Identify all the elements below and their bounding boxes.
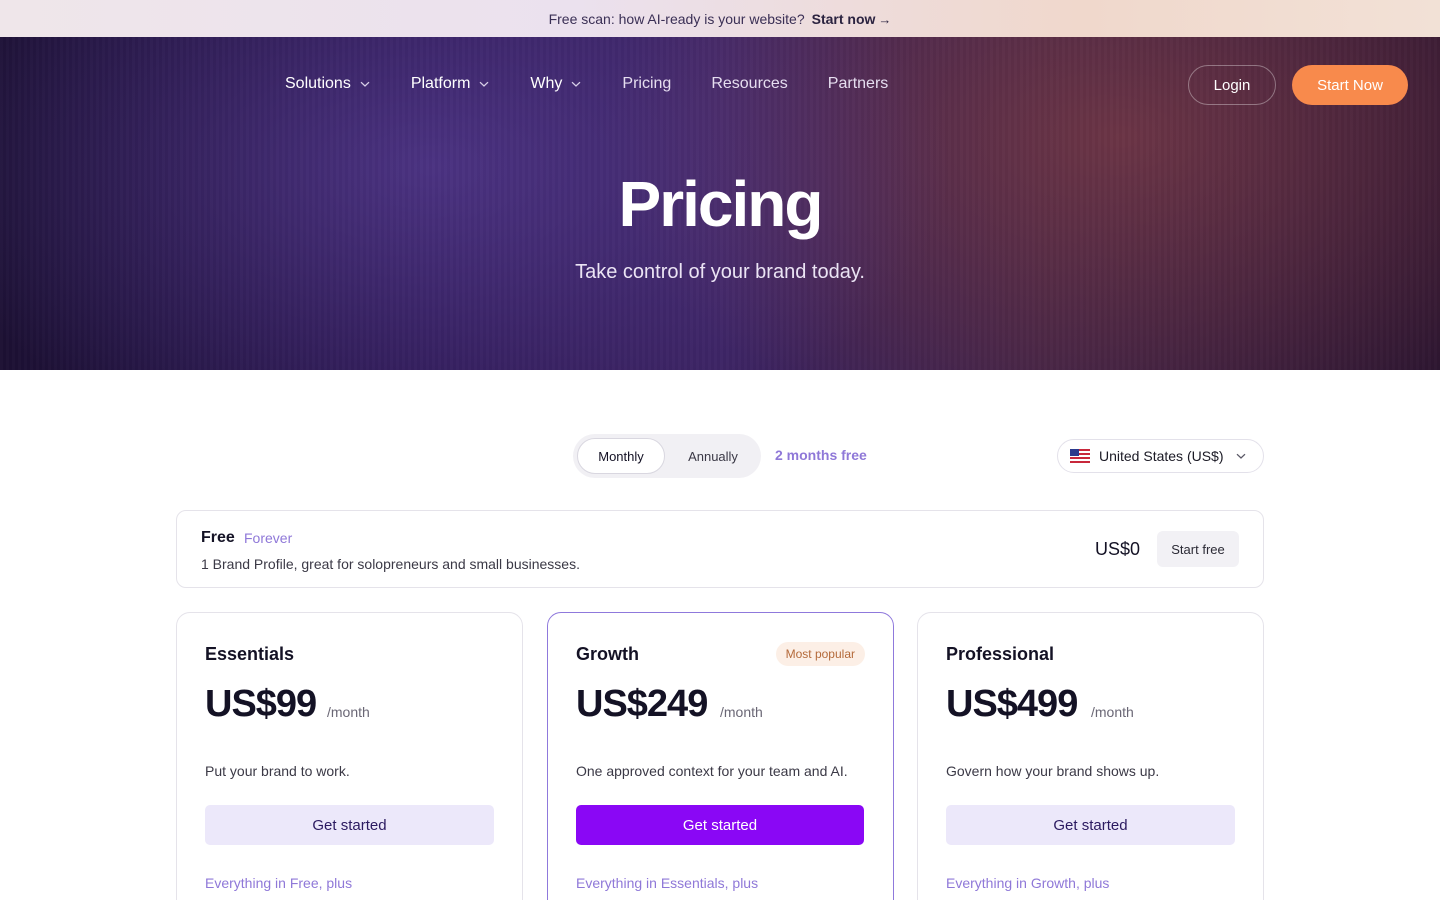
chevron-down-icon <box>478 78 490 90</box>
plan-price: US$99 <box>205 683 317 725</box>
nav-item-label: Resources <box>711 75 788 92</box>
nav-item-label: Pricing <box>622 75 672 92</box>
currency-select[interactable]: United States (US$) <box>1057 439 1264 473</box>
free-plan-row: Free Forever 1 Brand Profile, great for … <box>176 510 1264 588</box>
plan-includes-heading: Everything in Essentials, plus <box>576 875 759 891</box>
plan-card-essentials: Essentials US$99 /month Put your brand t… <box>176 612 523 900</box>
nav-item-why[interactable]: Why <box>530 75 582 93</box>
plan-name: Professional <box>946 644 1055 664</box>
nav-item-label: Why <box>530 75 563 92</box>
plan-price: US$249 <box>576 683 708 725</box>
nav-item-pricing[interactable]: Pricing <box>622 75 671 93</box>
chevron-down-icon <box>359 78 371 90</box>
plan-name: Essentials <box>205 644 295 664</box>
nav-item-label: Platform <box>410 75 471 92</box>
plan-description: Govern how your brand shows up. <box>946 763 1160 779</box>
annual-savings-note: 2 months free <box>775 447 867 463</box>
billing-annually-option[interactable]: Annually <box>669 438 757 474</box>
hero-section: Solutions Platform Why Pricing Resources… <box>0 37 1440 370</box>
arrow-right-icon: → <box>878 11 892 27</box>
free-plan-name: Free <box>201 529 235 546</box>
free-plan-description: 1 Brand Profile, great for solopreneurs … <box>201 556 580 572</box>
plan-card-growth: Growth Most popular US$249 /month One ap… <box>547 612 894 900</box>
plan-name: Growth <box>576 644 639 664</box>
announcement-cta-label: Start now <box>811 10 876 27</box>
most-popular-badge: Most popular <box>775 642 865 666</box>
plan-period: /month <box>1091 704 1134 720</box>
plan-includes-heading: Everything in Growth, plus <box>946 875 1110 891</box>
free-plan-tag: Forever <box>244 530 293 546</box>
plan-description: One approved context for your team and A… <box>576 763 848 779</box>
chevron-down-icon <box>570 78 582 90</box>
plan-period: /month <box>327 704 370 720</box>
get-started-button-essentials[interactable]: Get started <box>205 805 494 845</box>
currency-selected-label: United States (US$) <box>1099 448 1224 464</box>
announcement-text: Free scan: how AI-ready is your website? <box>548 10 805 27</box>
page-subtitle: Take control of your brand today. <box>575 261 865 283</box>
billing-monthly-option[interactable]: Monthly <box>577 438 665 474</box>
chevron-down-icon <box>1235 450 1247 462</box>
start-now-button[interactable]: Start Now <box>1292 65 1408 105</box>
page-title: Pricing <box>618 168 824 240</box>
nav-item-solutions[interactable]: Solutions <box>285 75 371 93</box>
nav-item-label: Partners <box>827 75 889 92</box>
us-flag-icon <box>1070 449 1090 463</box>
plan-description: Put your brand to work. <box>205 763 350 779</box>
nav-item-resources[interactable]: Resources <box>711 75 787 93</box>
nav-item-label: Solutions <box>285 75 351 92</box>
nav-item-partners[interactable]: Partners <box>828 75 888 93</box>
plan-includes-heading: Everything in Free, plus <box>205 875 353 891</box>
login-button[interactable]: Login <box>1188 65 1276 105</box>
plan-price: US$499 <box>946 683 1078 725</box>
plan-card-professional: Professional US$499 /month Govern how yo… <box>917 612 1264 900</box>
get-started-button-growth[interactable]: Get started <box>576 805 864 845</box>
plan-period: /month <box>720 704 763 720</box>
announcement-bar: Free scan: how AI-ready is your website?… <box>0 0 1440 37</box>
get-started-button-professional[interactable]: Get started <box>946 805 1235 845</box>
billing-period-toggle: Monthly Annually <box>573 434 761 478</box>
free-plan-price: US$0 <box>1095 539 1141 559</box>
start-free-button[interactable]: Start free <box>1157 531 1239 567</box>
announcement-start-now-link[interactable]: Start now → <box>812 11 892 27</box>
nav-item-platform[interactable]: Platform <box>411 75 491 93</box>
